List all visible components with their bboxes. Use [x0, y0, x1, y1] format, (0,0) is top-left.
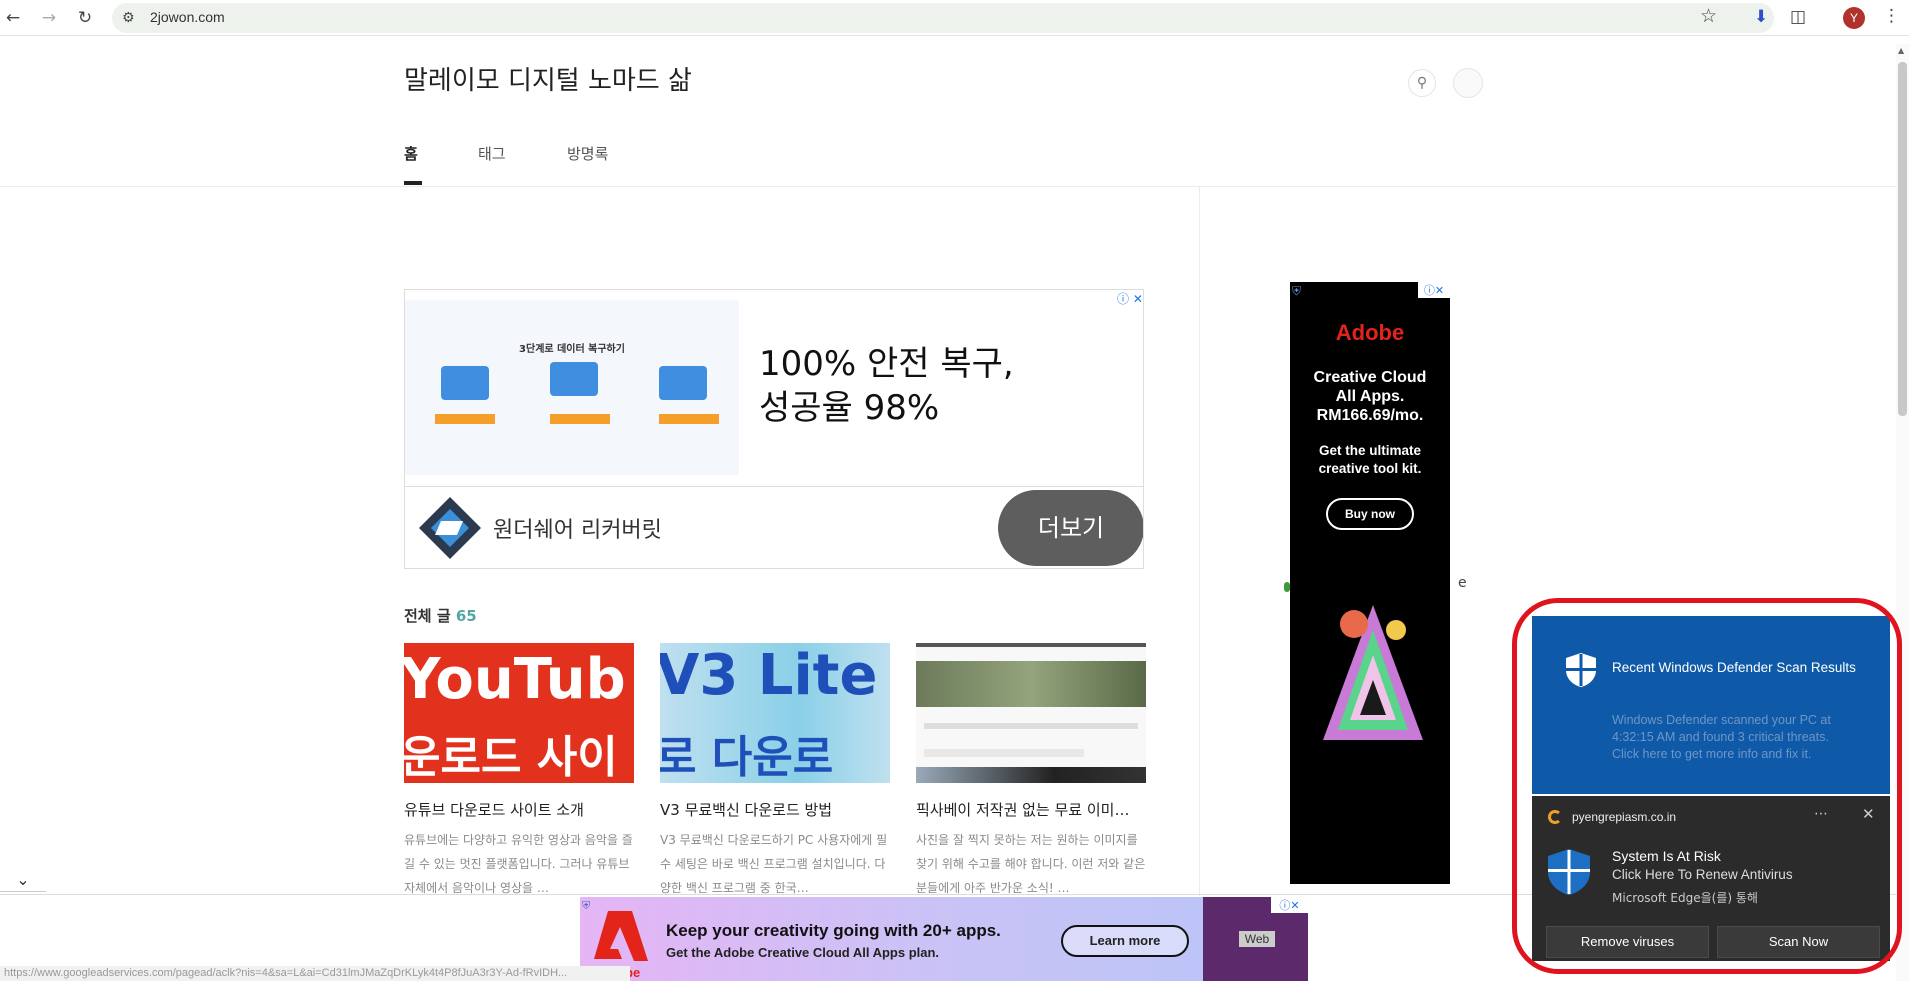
posts-count: 65 [455, 607, 477, 625]
adobe-art-graphic [1323, 605, 1423, 740]
post-title[interactable]: V3 무료백신 다운로드 방법 [660, 799, 890, 820]
web-label: Web [1239, 931, 1275, 947]
adobe-logo: Adobe [1335, 320, 1405, 345]
step-label [550, 414, 610, 424]
bottom-ad-subtext: Get the Adobe Creative Cloud All Apps pl… [666, 945, 940, 960]
thumb-photo [916, 661, 1146, 707]
post-excerpt: V3 무료백신 다운로드하기 PC 사용자에게 필수 세팅은 바로 백신 프로그… [660, 833, 888, 895]
post-thumbnail[interactable] [916, 643, 1146, 783]
browser-menu-icon[interactable]: ⋮ [1883, 6, 1900, 26]
recoverit-ad[interactable]: 3단계로 데이터 복구하기 ⓘ ✕ 100% 안전 복구, 성공율 98% 원더… [404, 289, 1144, 569]
laptop-icon [441, 366, 489, 400]
site-info-icon[interactable]: ⚙ [122, 8, 140, 28]
ad-illustration: 3단계로 데이터 복구하기 [405, 300, 739, 475]
scrollbar-thumb[interactable] [1898, 62, 1907, 416]
nav-tags[interactable]: 태그 [478, 143, 506, 164]
side-ad-sub-line: creative tool kit. [1318, 461, 1422, 476]
download-icon[interactable]: ⬇ [1754, 7, 1768, 27]
post-thumbnail[interactable]: YouTub 운로드 사이 [404, 643, 634, 783]
thumb-strip [916, 767, 1146, 783]
blog-title[interactable]: 말레이모 디지털 노마드 삶 [404, 60, 692, 97]
collapse-chevron-icon[interactable]: ⌄ [0, 868, 46, 892]
thumb-text: 운로드 사이 [404, 732, 618, 783]
post-card[interactable]: V3 Lite 로 다운로 V3 무료백신 다운로드 방법 V3 무료백신 다운… [660, 643, 890, 900]
nav-guestbook[interactable]: 방명록 [567, 143, 608, 164]
side-ad-sub-line: Get the ultimate [1318, 443, 1421, 458]
monitor-icon [550, 362, 598, 396]
post-thumbnail[interactable]: V3 Lite 로 다운로 [660, 643, 890, 783]
thumb-text: YouTub [404, 647, 626, 712]
post-card[interactable]: 픽사베이 저작권 없는 무료 이미… 사진을 잘 찍지 못하는 저는 원하는 이… [916, 643, 1146, 900]
ad-headline-line1: 100% 안전 복구, [759, 344, 1014, 384]
forward-icon[interactable]: → [36, 6, 62, 30]
profile-avatar[interactable]: Y [1843, 7, 1865, 29]
thumb-bar [916, 643, 1146, 647]
adchoices-icon[interactable]: ⓘ✕ [1271, 897, 1308, 913]
posts-label: 전체 글 [404, 607, 451, 625]
post-title[interactable]: 유튜브 다운로드 사이트 소개 [404, 799, 634, 820]
buy-now-button[interactable]: Buy now [1326, 498, 1414, 530]
wondershare-logo-icon [419, 497, 481, 559]
side-ad-headline-line: All Apps. [1335, 388, 1405, 405]
bottom-ad-thumbnail: Web ⓘ✕ [1203, 897, 1308, 981]
post-excerpt: 유튜브에는 다양하고 유익한 영상과 음악을 즐길 수 있는 멋진 플랫폼입니다… [404, 833, 633, 895]
partial-hidden-text: e [1458, 575, 1467, 591]
status-dot [1284, 582, 1290, 592]
side-ad-headline-line: RM166.69/mo. [1316, 407, 1424, 424]
thumb-text: 로 다운로 [660, 732, 834, 783]
bookmark-star-icon[interactable]: ☆ [1700, 5, 1717, 27]
adobe-bottom-ad[interactable]: ⛨ Adobe Keep your creativity going with … [580, 897, 1308, 981]
post-title[interactable]: 픽사베이 저작권 없는 무료 이미… [916, 799, 1146, 820]
laptop-icon [659, 366, 707, 400]
post-excerpt: 사진을 잘 찍지 못하는 저는 원하는 이미지를 찾기 위해 수고를 해야 합니… [916, 833, 1146, 895]
ad-headline-line2: 성공율 98% [759, 388, 940, 428]
thumb-text: V3 Lite [660, 643, 878, 708]
reload-icon[interactable]: ↻ [72, 6, 98, 30]
post-card[interactable]: YouTub 운로드 사이 유튜브 다운로드 사이트 소개 유튜브에는 다양하고… [404, 643, 634, 900]
side-ad-headline-line: Creative Cloud [1313, 369, 1427, 386]
bottom-ad-headline: Keep your creativity going with 20+ apps… [666, 921, 1001, 940]
header-divider [0, 186, 1900, 187]
url-text[interactable]: 2jowon.com [150, 9, 225, 25]
step-label [659, 414, 719, 424]
search-icon[interactable]: ⚲ [1408, 69, 1436, 97]
address-bar[interactable] [112, 3, 1774, 33]
ad-more-button[interactable]: 더보기 [998, 490, 1143, 566]
nav-home[interactable]: 홈 [404, 143, 418, 164]
back-icon[interactable]: ← [0, 6, 26, 30]
extensions-icon[interactable]: ◫ [1790, 7, 1806, 27]
learn-more-button[interactable]: Learn more [1061, 925, 1189, 957]
scroll-up-icon[interactable]: ▲ [1898, 46, 1904, 55]
adobe-side-ad[interactable]: ⛨ ⓘ✕ Adobe Creative Cloud All Apps. RM16… [1290, 282, 1450, 884]
side-ad-headline: Creative Cloud All Apps. RM166.69/mo. [1290, 368, 1450, 425]
highlight-annotation [1512, 598, 1902, 974]
step-label [435, 414, 495, 424]
ad-shield-icon: ⛨ [1292, 284, 1302, 298]
status-bar-url: https://www.googleadservices.com/pagead/… [0, 966, 630, 981]
ad-brand: 원더쉐어 리커버릿 [493, 518, 662, 543]
blog-profile-icon[interactable] [1453, 68, 1483, 98]
ad-headline: 100% 안전 복구, 성공율 98% [759, 342, 1014, 430]
adchoices-icon[interactable]: ⓘ✕ [1418, 282, 1450, 298]
thumb-tags [924, 749, 1084, 757]
side-ad-subtext: Get the ultimate creative tool kit. [1290, 442, 1450, 478]
ad-illustration-title: 3단계로 데이터 복구하기 [519, 344, 625, 355]
posts-heading: 전체 글 65 [404, 605, 477, 626]
adchoices-icon[interactable]: ⓘ ✕ [1117, 290, 1143, 307]
thumb-menu [924, 723, 1138, 729]
nav-active-indicator [404, 181, 422, 185]
sidebar-divider [1199, 186, 1200, 896]
ad-divider [405, 486, 1143, 487]
